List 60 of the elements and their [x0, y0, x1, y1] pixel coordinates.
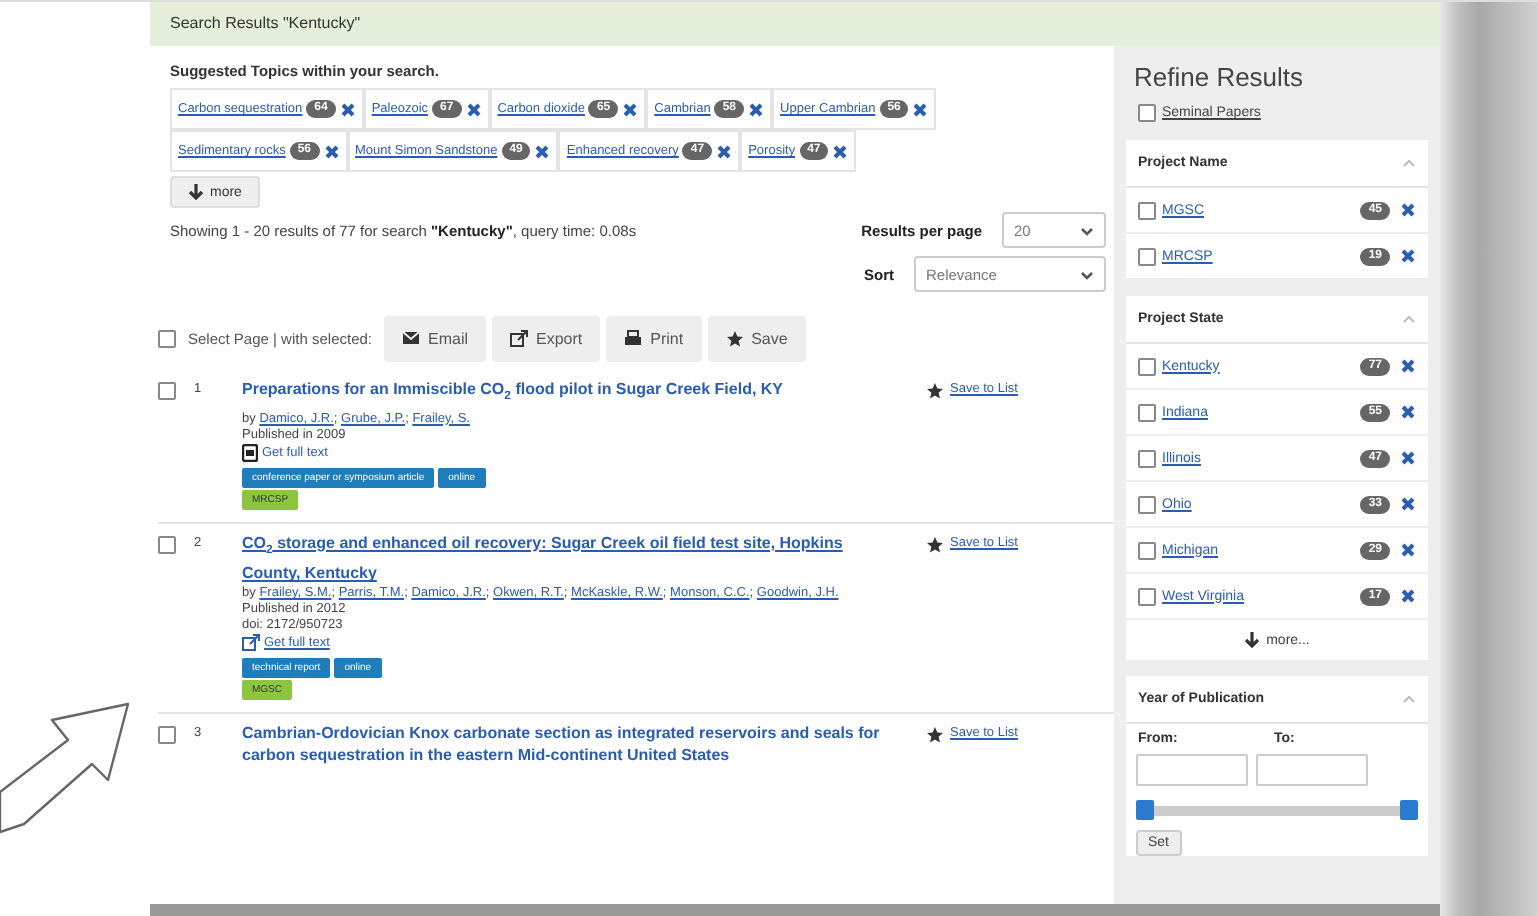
page-title: Search Results "Kentucky": [170, 14, 361, 32]
star-icon: [725, 330, 744, 348]
checkbox[interactable]: [1138, 587, 1156, 605]
caret-icon: [1080, 269, 1094, 279]
remove-icon: [716, 143, 733, 159]
remove-icon: [323, 143, 340, 159]
arrow-down-icon: [1244, 632, 1261, 648]
result-title[interactable]: Cambrian-Ordovician Knox carbonate section as integrated reservoirs and seals for carbon sequestration in the eastern Mid-continent United States: [242, 722, 902, 767]
checkbox[interactable]: [158, 535, 176, 554]
sidebar-title: Refine Results: [1134, 62, 1306, 92]
to-year-field[interactable]: [1256, 754, 1368, 786]
result-title[interactable]: Preparations for an Immiscible CO$_{2}$ flood pilot in Sugar Creek Field, KY: [242, 378, 902, 410]
external-link-icon: [242, 634, 260, 653]
remove-icon: [832, 143, 849, 159]
remove-icon: [1400, 450, 1416, 466]
remove-icon: [748, 101, 765, 117]
checkbox[interactable]: [158, 382, 176, 400]
email-button[interactable]: Email: [384, 316, 487, 362]
remove-icon: [465, 101, 482, 117]
arrow-down-icon: [188, 184, 204, 200]
chevron-up-icon: [1402, 314, 1416, 324]
checkbox[interactable]: [1138, 104, 1156, 122]
remove-icon: [1400, 542, 1416, 558]
remove-icon: [912, 101, 929, 117]
checkbox[interactable]: [1138, 357, 1156, 375]
from-year-field[interactable]: [1136, 754, 1248, 786]
star-icon: [926, 726, 944, 745]
chevron-up-icon: [1402, 158, 1416, 168]
chevron-up-icon: [1402, 694, 1416, 704]
checkbox[interactable]: [1138, 541, 1156, 559]
range-slider[interactable]: [1136, 800, 1418, 820]
result-title[interactable]: CO$_{2}$ storage and enhanced oil recovery: Sugar Creek oil field test site, Hopkins County, Kentucky: [242, 531, 902, 585]
star-icon: [926, 535, 944, 554]
checkbox[interactable]: [158, 330, 176, 348]
export-button[interactable]: Export: [492, 316, 601, 362]
slider-handle[interactable]: [1400, 800, 1418, 820]
slider-handle[interactable]: [1136, 800, 1154, 820]
checkbox[interactable]: [1138, 403, 1156, 421]
checkbox[interactable]: [1138, 449, 1156, 467]
remove-icon: [1400, 404, 1416, 420]
checkbox[interactable]: [158, 726, 176, 745]
envelope-icon: [402, 330, 420, 348]
checkbox[interactable]: [1138, 247, 1156, 265]
caret-icon: [1080, 225, 1094, 235]
remove-icon: [622, 101, 639, 117]
checkbox[interactable]: [1138, 201, 1156, 219]
external-link-icon: [510, 330, 529, 348]
printer-icon: [624, 330, 643, 348]
print-button[interactable]: Print: [606, 316, 702, 362]
remove-icon: [1400, 202, 1416, 218]
star-icon: [926, 382, 944, 400]
remove-icon: [534, 143, 551, 159]
checkbox[interactable]: [1138, 495, 1156, 513]
remove-icon: [1400, 248, 1416, 264]
remove-icon: [1400, 496, 1416, 512]
save-button[interactable]: Save: [707, 316, 806, 362]
remove-icon: [1400, 588, 1416, 604]
remove-icon: [339, 101, 356, 117]
remove-icon: [1400, 358, 1416, 374]
document-icon: [242, 443, 258, 462]
